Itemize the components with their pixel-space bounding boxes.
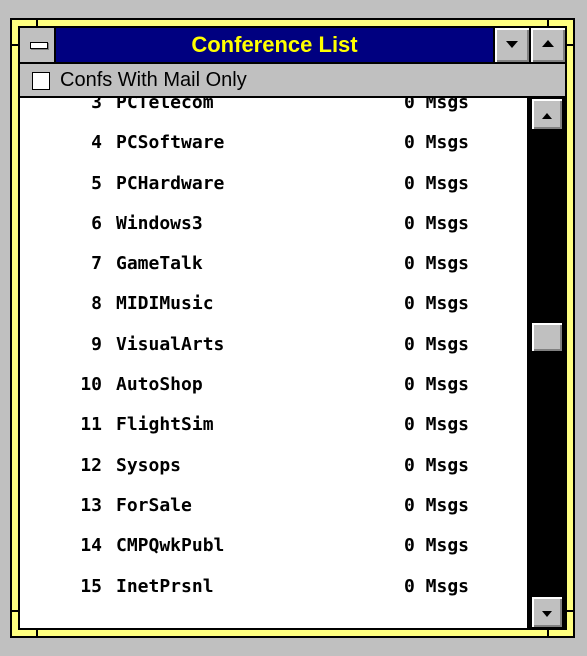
conference-row[interactable]: 4 PCSoftware 0 Msgs — [20, 132, 527, 172]
system-menu-button[interactable] — [20, 28, 56, 62]
confs-with-mail-only-checkbox[interactable] — [32, 72, 50, 90]
conference-name: PCSoftware — [116, 132, 225, 154]
conference-name: CMPQwkPubl — [116, 535, 225, 557]
conference-row[interactable]: 15 InetPrsnl 0 Msgs — [20, 576, 527, 616]
confs-with-mail-only-label[interactable]: Confs With Mail Only — [60, 64, 247, 96]
conference-name: Windows3 — [116, 212, 203, 234]
conference-row[interactable]: 3 PCTelecom 0 Msgs — [20, 98, 527, 132]
scroll-thumb[interactable] — [531, 321, 563, 352]
scroll-down-button[interactable] — [531, 596, 563, 628]
conference-num: 6 — [91, 212, 102, 234]
conference-row[interactable]: 12 Sysops 0 Msgs — [20, 455, 527, 495]
conference-num: 9 — [91, 333, 102, 355]
conference-count: 0 Msgs — [404, 575, 470, 597]
conference-name: PCTelecom — [116, 98, 214, 113]
scroll-up-arrow-icon — [542, 113, 552, 119]
conference-row[interactable]: 5 PCHardware 0 Msgs — [20, 173, 527, 213]
conference-count: 0 Msgs — [404, 98, 470, 113]
conference-count: 0 Msgs — [404, 414, 470, 436]
conference-name: FlightSim — [116, 414, 214, 436]
conference-num: 10 — [80, 374, 102, 396]
conference-name: ForSale — [116, 494, 192, 516]
scroll-up-button[interactable] — [531, 98, 563, 130]
conference-name: AutoShop — [116, 374, 203, 396]
window-title: Conference List — [191, 32, 358, 57]
conference-row[interactable]: 14 CMPQwkPubl 0 Msgs — [20, 535, 527, 575]
conference-num: 8 — [91, 293, 102, 315]
conference-num: 5 — [91, 172, 102, 194]
conference-name: GameTalk — [116, 253, 203, 275]
conference-count: 0 Msgs — [404, 333, 470, 355]
conference-row[interactable]: 6 Windows3 0 Msgs — [20, 213, 527, 253]
conference-count: 0 Msgs — [404, 535, 470, 557]
conference-count: 0 Msgs — [404, 454, 470, 476]
conference-num: 13 — [80, 494, 102, 516]
filter-bar: Confs With Mail Only — [20, 64, 565, 98]
conference-list-window: Conference List Confs With Mail Only 3 PC… — [10, 18, 575, 638]
conference-row[interactable]: 11 FlightSim 0 Msgs — [20, 414, 527, 454]
conference-num: 11 — [80, 414, 102, 436]
conference-count: 0 Msgs — [404, 293, 470, 315]
conference-name: PCHardware — [116, 172, 225, 194]
conference-count: 0 Msgs — [404, 132, 470, 154]
window-client: Conference List Confs With Mail Only 3 PC… — [18, 26, 567, 630]
system-menu-icon — [30, 42, 48, 49]
conference-name: MIDIMusic — [116, 293, 214, 315]
conference-list: 3 PCTelecom 0 Msgs 4 PCSoftware 0 Msgs 5 PCHard… — [20, 98, 565, 628]
conference-num: 12 — [80, 454, 102, 476]
vertical-scrollbar[interactable] — [527, 98, 565, 628]
conference-count: 0 Msgs — [404, 253, 470, 275]
conference-count: 0 Msgs — [404, 374, 470, 396]
conference-count: 0 Msgs — [404, 212, 470, 234]
conference-num: 7 — [91, 253, 102, 275]
conference-num: 4 — [91, 132, 102, 154]
conference-num: 15 — [80, 575, 102, 597]
minimize-button[interactable] — [493, 28, 529, 62]
conference-row[interactable]: 10 AutoShop 0 Msgs — [20, 374, 527, 414]
conference-num: 14 — [80, 535, 102, 557]
conference-row[interactable]: 7 GameTalk 0 Msgs — [20, 253, 527, 293]
conference-rows: 3 PCTelecom 0 Msgs 4 PCSoftware 0 Msgs 5 PCHard… — [20, 98, 527, 628]
scroll-down-arrow-icon — [542, 611, 552, 617]
conference-row[interactable]: 13 ForSale 0 Msgs — [20, 495, 527, 535]
triangle-up-icon — [542, 40, 554, 47]
triangle-down-icon — [506, 41, 518, 48]
maximize-button[interactable] — [529, 28, 565, 62]
title-bar[interactable]: Conference List — [20, 28, 565, 64]
conference-row[interactable]: 8 MIDIMusic 0 Msgs — [20, 293, 527, 333]
conference-num: 3 — [91, 98, 102, 113]
conference-name: Sysops — [116, 454, 182, 476]
conference-row[interactable]: 9 VisualArts 0 Msgs — [20, 334, 527, 374]
conference-name: VisualArts — [116, 333, 225, 355]
conference-name: InetPrsnl — [116, 575, 214, 597]
conference-count: 0 Msgs — [404, 494, 470, 516]
conference-count: 0 Msgs — [404, 172, 470, 194]
